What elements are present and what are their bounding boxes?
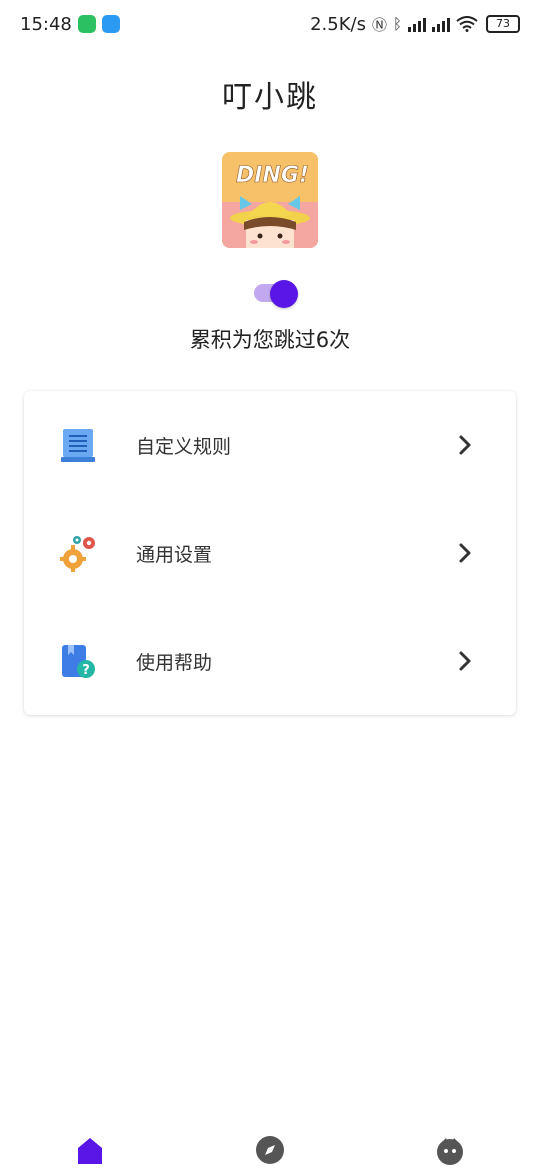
chevron-right-icon <box>459 435 471 455</box>
wechat-icon <box>77 15 96 33</box>
compass-icon[interactable] <box>254 1134 286 1166</box>
gears-icon <box>60 536 95 572</box>
service-toggle[interactable] <box>254 280 300 308</box>
menu-item-label: 通用设置 <box>136 543 213 566</box>
network-speed: 2.5K/s <box>310 13 366 35</box>
logo-text: DING! <box>236 163 309 188</box>
menu-item-label: 自定义规则 <box>136 435 232 458</box>
chevron-right-icon <box>459 543 471 563</box>
rules-document-icon <box>61 429 95 462</box>
svg-text:?: ? <box>82 663 90 678</box>
menu-card: 自定义规则 通用设置 ? 使用帮助 <box>24 391 516 715</box>
menu-item-general-settings[interactable]: 通用设置 <box>24 499 516 607</box>
status-bar-right: 2.5K/s Ⓝ ᛒ 73 <box>310 14 520 35</box>
status-bar-left: 15:48 <box>20 14 120 35</box>
home-icon[interactable] <box>74 1134 106 1166</box>
app-logo: DING! <box>222 152 318 248</box>
help-book-icon: ? <box>62 645 95 678</box>
menu-item-custom-rules[interactable]: 自定义规则 <box>24 391 516 499</box>
cloud-icon <box>101 15 120 33</box>
skip-count-text: 累积为您跳过6次 <box>189 328 351 352</box>
signal-icon <box>408 16 426 32</box>
app-title: 叮小跳 <box>222 80 318 115</box>
battery-icon: 73 <box>486 15 520 33</box>
signal-icon <box>432 16 450 32</box>
menu-item-help[interactable]: ? 使用帮助 <box>24 607 516 715</box>
status-bar: 15:48 2.5K/s Ⓝ ᛒ 73 <box>0 0 540 48</box>
chevron-right-icon <box>459 651 471 671</box>
status-time: 15:48 <box>20 13 72 35</box>
menu-item-label: 使用帮助 <box>136 651 213 674</box>
nfc-icon: Ⓝ <box>371 15 387 34</box>
bottom-nav <box>0 1122 540 1170</box>
toggle-thumb <box>270 280 298 308</box>
profile-icon[interactable] <box>434 1134 466 1166</box>
wifi-icon <box>456 16 478 32</box>
bluetooth-icon: ᛒ <box>392 15 402 33</box>
